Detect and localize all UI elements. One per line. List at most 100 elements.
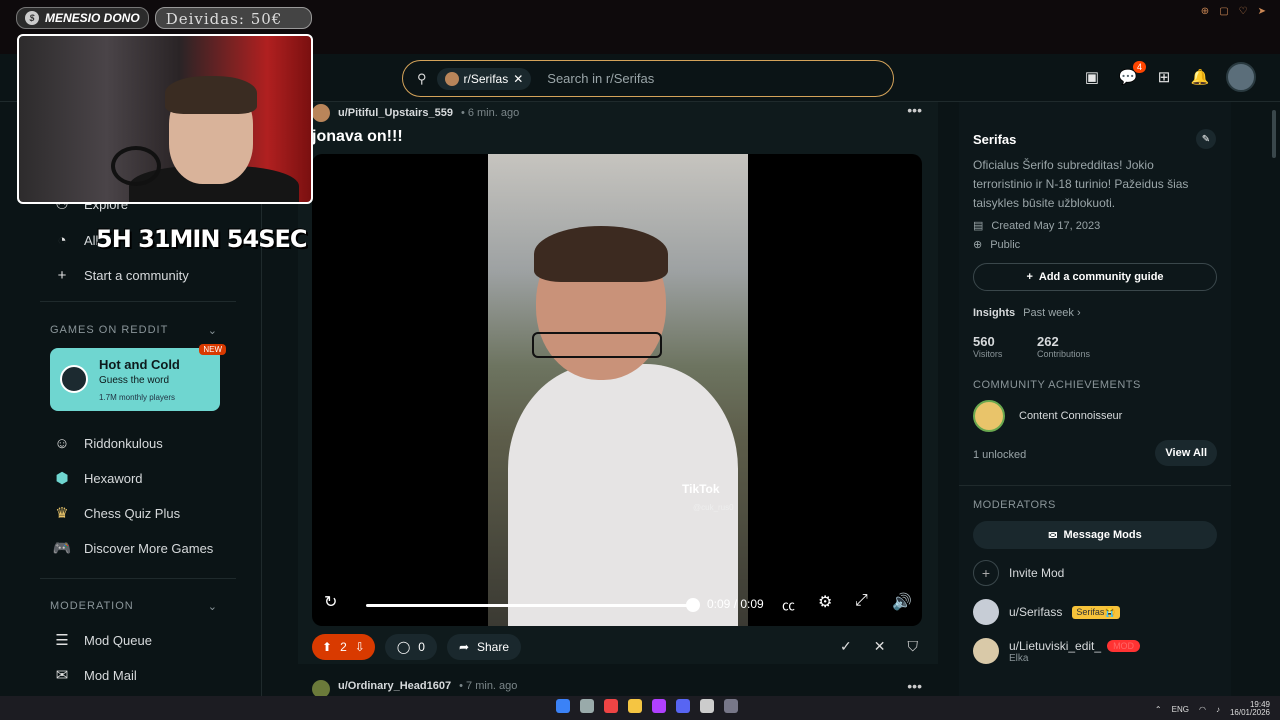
share-icon[interactable]: ➤ [1258,6,1266,20]
moderator-item[interactable]: u/Serifass Serifas😭 [973,599,1120,625]
os-taskbar: ⌃ ENG ◠ ♪ 19:49 16/01/2026 [0,696,1280,720]
browser-icon[interactable] [604,699,618,713]
post-title[interactable]: jonava on!!! [312,128,403,146]
contributions-stat: 262 Contributions [1037,334,1091,359]
search-icon: ⚲ [417,70,427,86]
achievement-row[interactable]: Content Connoisseur [973,400,1122,432]
downvote-icon[interactable]: ⇩ [355,640,365,654]
moderation-section-header[interactable]: MODERATION ⌄ [50,600,218,613]
webcam-hair [165,76,257,114]
divider [40,301,236,302]
remove-icon[interactable]: ✕ [874,638,886,655]
video-player[interactable]: TikTok @cuk_rus0 ↻ 0:09 / 0:09 ㏄ ⚙ ⤢ 🔊 [312,154,922,626]
mail-icon: ✉ [1048,529,1058,542]
mod-actions: ✓ ✕ ⛉ [840,638,918,655]
ads-icon[interactable]: ▣ [1082,67,1102,87]
games-section-header[interactable]: GAMES ON REDDIT ⌄ [50,324,218,337]
featured-game-card[interactable]: Hot and Cold Guess the word 1.7M monthly… [50,344,226,411]
view-all-button[interactable]: View All [1155,440,1217,466]
comments-button[interactable]: ◯ 0 [384,634,437,660]
system-tray: ⌃ ENG ◠ ♪ 19:49 16/01/2026 [1155,701,1270,717]
coin-icon: $ [25,11,39,25]
close-icon[interactable]: ✕ [513,72,523,86]
sidebar-item-mod-queue[interactable]: ☰ Mod Queue [52,630,152,650]
message-mods-button[interactable]: ✉ Message Mods [973,521,1217,549]
achievements-header: COMMUNITY ACHIEVEMENTS [973,379,1141,391]
chevron-up-icon[interactable]: ⌃ [1155,705,1162,714]
video-frame: TikTok @cuk_rus0 [488,154,748,626]
user-avatar[interactable] [1226,62,1256,92]
extension-icon[interactable]: ▢ [1219,6,1228,20]
plus-icon: + [973,560,999,586]
comment-icon: ◯ [396,640,411,654]
upvote-icon[interactable]: ⬆ [322,640,332,654]
moderator-item[interactable]: u/Lietuviski_edit_ MOD Elka [973,638,1141,664]
bookmark-icon[interactable]: ♡ [1239,6,1248,20]
chevron-down-icon: ⌄ [207,325,218,337]
avatar [973,638,999,664]
search-bar[interactable]: ⚲ r/Serifas ✕ Search in r/Serifas [402,60,894,97]
post-author[interactable]: u/Pitiful_Upstairs_559 [338,107,453,119]
volume-icon[interactable]: 🔊 [892,592,912,612]
video-time: 0:09 / 0:09 [707,597,764,611]
search-input[interactable]: Search in r/Serifas [547,71,654,86]
sidebar-item-game[interactable]: ♛ Chess Quiz Plus [52,503,180,523]
wifi-icon[interactable]: ◠ [1199,705,1206,714]
chevron-down-icon: ⌄ [207,601,218,613]
app-icon[interactable] [724,699,738,713]
sidebar-item-game[interactable]: ⬢ Hexaword [52,468,142,488]
scrollbar[interactable] [1272,110,1276,158]
add-community-guide-button[interactable]: + Add a community guide [973,263,1217,291]
browser-toolbar: ⊕ ▢ ♡ ➤ [320,6,1280,20]
speaker-icon[interactable]: ♪ [1216,705,1220,714]
community-created: ▤ Created May 17, 2023 [973,219,1101,233]
plus-icon: + [1026,271,1033,283]
video-progress-bar[interactable] [366,598,700,612]
gamepad-icon: 🎮 [52,540,72,557]
chat-icon[interactable]: 💬 4 [1118,61,1146,87]
clock[interactable]: 19:49 16/01/2026 [1230,701,1270,717]
sidebar-item-all[interactable]: ◔ All [52,230,98,250]
approve-icon[interactable]: ✓ [840,638,852,655]
settings-gear-icon[interactable]: ⚙ [818,592,832,612]
sidebar-item-mod-mail[interactable]: ✉ Mod Mail [52,665,137,685]
community-sidebar: Serifas ✎ Oficialus Šerifo subredditas! … [959,102,1231,696]
create-post-icon[interactable]: ⊞ [1154,67,1174,87]
folder-icon[interactable] [628,699,642,713]
post-card[interactable]: u/Pitiful_Upstairs_559 • 6 min. ago ••• … [298,102,938,664]
app-icon[interactable] [652,699,666,713]
obs-icon[interactable] [700,699,714,713]
globe-icon: ⊕ [973,239,983,251]
lang-indicator[interactable]: ENG [1172,705,1189,714]
task-view-icon[interactable] [580,699,594,713]
more-options-icon[interactable]: ••• [907,678,922,694]
moderators-header: MODERATORS [973,499,1056,511]
video-hair [534,226,668,282]
community-avatar [444,71,459,86]
achievement-badge-icon [973,400,1005,432]
vote-control[interactable]: ⬆ 2 ⇩ [312,634,375,660]
stream-timer: 5H 31MIN 54SEC [96,225,307,253]
progress-knob[interactable] [686,598,700,612]
notification-bell-icon[interactable]: 🔔 [1190,67,1210,87]
next-post-card[interactable]: u/Ordinary_Head1607 • 7 min. ago ••• [298,676,938,698]
insights-row[interactable]: Insights Past week › [973,307,1081,319]
invite-mod-row[interactable]: + Invite Mod [973,560,1064,586]
community-chip[interactable]: r/Serifas ✕ [436,67,532,90]
share-button[interactable]: ➦ Share [446,634,522,660]
start-icon[interactable] [556,699,570,713]
sidebar-item-game[interactable]: ☺ Riddonkulous [52,433,162,453]
fullscreen-icon[interactable]: ⤢ [855,592,868,610]
webcam-overlay [17,34,313,204]
captions-icon[interactable]: ㏄ [782,595,795,614]
more-options-icon[interactable]: ••• [907,102,922,118]
divider [959,485,1231,486]
sidebar-item-discover-games[interactable]: 🎮 Discover More Games [52,538,214,558]
game-logo-icon [60,365,88,393]
edit-pencil-icon[interactable]: ✎ [1196,129,1216,149]
zoom-icon[interactable]: ⊕ [1201,6,1209,20]
shield-icon[interactable]: ⛉ [908,638,919,655]
discord-icon[interactable] [676,699,690,713]
replay-icon[interactable]: ↻ [324,592,337,612]
sidebar-item-start-community[interactable]: + Start a community [52,265,189,285]
